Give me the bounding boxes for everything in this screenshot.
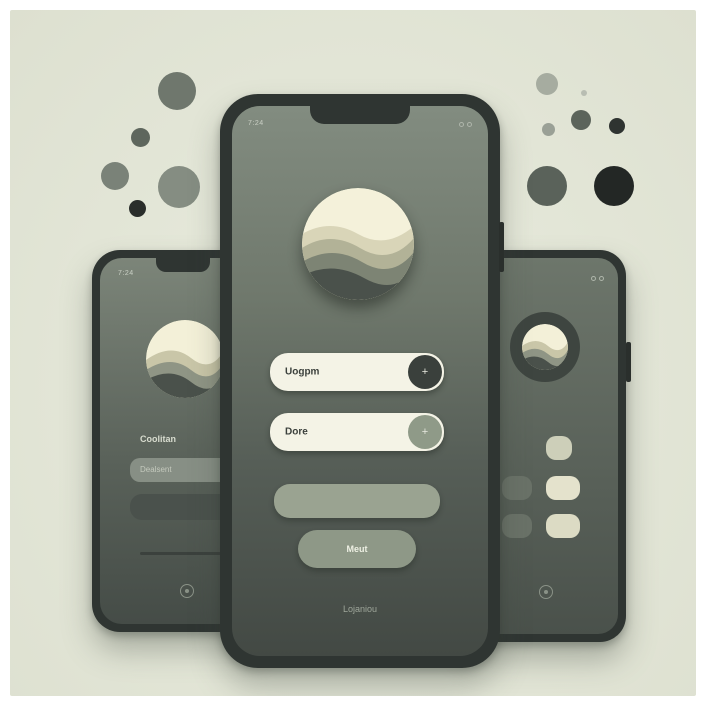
plus-icon: +	[421, 366, 429, 378]
decor-dot	[594, 166, 634, 206]
right-home-icon[interactable]	[539, 585, 553, 599]
center-side-button	[499, 222, 504, 272]
decor-dot	[536, 73, 558, 95]
left-input-placeholder: Dealsent	[140, 465, 172, 474]
wide-action-bar[interactable]	[274, 484, 440, 518]
meut-button[interactable]: Meut	[298, 530, 416, 568]
left-heading: Coolitan	[140, 434, 176, 444]
left-home-icon[interactable]	[180, 584, 194, 598]
done-field[interactable]: Dore +	[270, 413, 444, 451]
right-avatar	[522, 324, 568, 370]
decor-dot	[129, 200, 146, 217]
right-tile[interactable]	[546, 514, 580, 538]
left-status-time: 7:24	[118, 270, 134, 277]
done-plus-button[interactable]: +	[408, 415, 442, 449]
decor-dot	[527, 166, 567, 206]
center-phone: 7:24 Uogpm + Dore + Meut Lojaniou	[220, 94, 504, 668]
illustration-canvas: 7:24 Coolitan Dealsent 7:24 Uogpm + Dore…	[10, 10, 696, 696]
decor-dot	[542, 123, 555, 136]
decor-dot	[158, 72, 196, 110]
left-avatar	[146, 320, 224, 398]
right-side-button	[626, 342, 631, 382]
right-status-icons	[591, 276, 604, 281]
right-tile[interactable]	[502, 514, 532, 538]
done-field-label: Dore	[285, 426, 308, 438]
right-tile[interactable]	[546, 436, 572, 460]
bottom-link[interactable]: Lojaniou	[232, 604, 488, 614]
right-tile[interactable]	[546, 476, 580, 500]
decor-dot	[131, 128, 150, 147]
decor-dot	[101, 162, 129, 190]
center-avatar	[302, 188, 414, 300]
plus-icon: +	[421, 426, 429, 438]
center-status-icons	[459, 122, 472, 127]
meut-button-label: Meut	[346, 544, 368, 554]
right-tile[interactable]	[502, 476, 532, 500]
decor-dot	[158, 166, 200, 208]
username-plus-button[interactable]: +	[408, 355, 442, 389]
username-field[interactable]: Uogpm +	[270, 353, 444, 391]
decor-dot	[581, 90, 587, 96]
username-field-label: Uogpm	[285, 366, 320, 378]
center-status-time: 7:24	[248, 120, 264, 127]
center-phone-screen: 7:24 Uogpm + Dore + Meut Lojaniou	[232, 106, 488, 656]
decor-dot	[571, 110, 591, 130]
decor-dot	[609, 118, 625, 134]
